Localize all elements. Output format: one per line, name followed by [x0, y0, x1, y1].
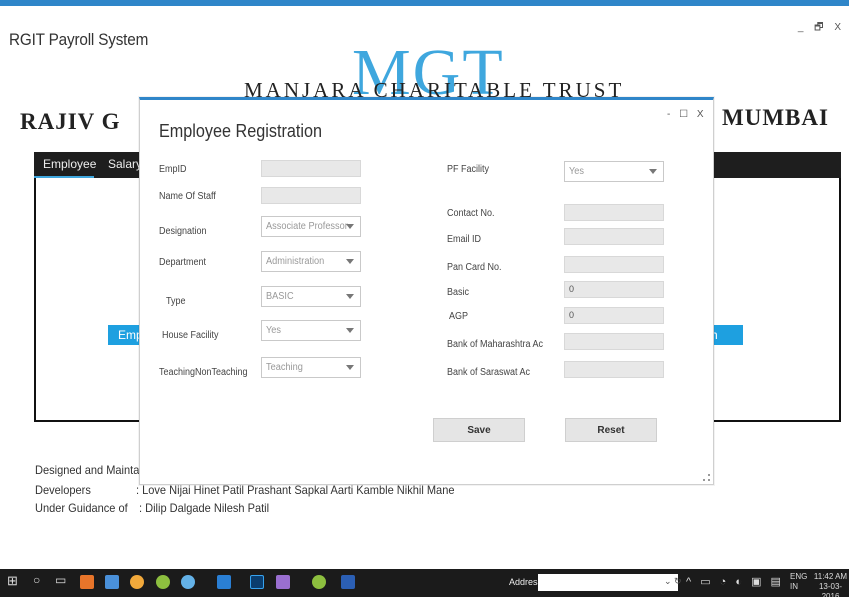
window-accent-bar [0, 0, 849, 6]
type-select[interactable]: BASIC [261, 286, 361, 307]
reset-button[interactable]: Reset [565, 418, 657, 442]
bank-of-maharashtra-label: Bank of Maharashtra Ac [447, 339, 544, 350]
email-field[interactable] [564, 228, 664, 245]
house-facility-select[interactable]: Yes [261, 320, 361, 341]
email-label: Email ID [447, 234, 482, 245]
task-view-icon[interactable]: ▭ [55, 573, 66, 587]
clock-time: 11:42 AM [813, 572, 848, 581]
agp-field[interactable]: 0 [564, 307, 664, 324]
dialog-title: Employee Registration [159, 121, 322, 141]
resize-grip-icon[interactable] [703, 474, 710, 481]
institute-name-right: MUMBAI [722, 105, 829, 130]
language-indicator[interactable]: ENG IN [790, 572, 807, 592]
type-value: BASIC [266, 291, 294, 302]
bank-of-saraswat-label: Bank of Saraswat Ac [447, 367, 531, 378]
pan-label: Pan Card No. [447, 262, 502, 273]
chevron-down-icon [346, 365, 354, 370]
pf-facility-label: PF Facility [447, 164, 490, 175]
basic-label: Basic [447, 287, 470, 298]
store-icon[interactable] [105, 575, 119, 589]
word-icon[interactable] [341, 575, 355, 589]
app-icon-2[interactable] [181, 575, 195, 589]
teaching-select[interactable]: Teaching [261, 357, 361, 378]
pf-facility-select[interactable]: Yes [564, 161, 664, 182]
save-button[interactable]: Save [433, 418, 525, 442]
department-value: Administration [266, 256, 325, 267]
app-icon-5[interactable] [312, 575, 326, 589]
basic-field[interactable]: 0 [564, 281, 664, 298]
main-window-controls[interactable]: _ 🗗 X [798, 20, 845, 37]
house-facility-label: House Facility [162, 330, 219, 341]
pf-facility-value: Yes [569, 166, 585, 177]
contact-field[interactable] [564, 204, 664, 221]
chevron-down-icon [346, 328, 354, 333]
address-input[interactable] [538, 574, 678, 591]
developers-list: : Love Nijai Hinet Patil Prashant Sapkal… [136, 483, 455, 497]
dialog-window-controls[interactable]: - ☐ X [667, 109, 707, 120]
employee-registration-dialog: Employee Registration - ☐ X EmpID Name O… [139, 97, 714, 485]
name-label: Name Of Staff [159, 191, 216, 202]
language-text: ENG [790, 572, 808, 581]
menu-item-salary[interactable]: Salary [108, 157, 142, 171]
designation-select[interactable]: Associate Professor [261, 216, 361, 237]
empid-label: EmpID [159, 164, 187, 175]
teaching-value: Teaching [266, 362, 303, 373]
department-label: Department [159, 257, 207, 268]
designation-value: Associate Professor [266, 221, 348, 232]
institute-name-left: RAJIV G [20, 109, 121, 134]
pan-field[interactable] [564, 256, 664, 273]
file-explorer-icon[interactable] [80, 575, 94, 589]
teaching-label: TeachingNonTeaching [159, 367, 248, 378]
cortana-icon[interactable]: ○ [33, 573, 40, 587]
department-select[interactable]: Administration [261, 251, 361, 272]
empid-field[interactable] [261, 160, 361, 177]
menu-item-employee[interactable]: Employee [43, 157, 96, 171]
house-facility-value: Yes [266, 325, 282, 336]
app-icon-3[interactable] [217, 575, 231, 589]
photoshop-icon[interactable] [250, 575, 264, 589]
name-field[interactable] [261, 187, 361, 204]
agp-label: AGP [449, 311, 469, 322]
chevron-down-icon [346, 294, 354, 299]
designation-label: Designation [159, 226, 207, 237]
windows-start-icon[interactable]: ⊞ [7, 573, 18, 589]
guidance-label: Under Guidance of [35, 501, 128, 515]
app-icon-1[interactable] [156, 575, 170, 589]
chevron-down-icon [649, 169, 657, 174]
guidance-list: : Dilip Dalgade Nilesh Patil [139, 501, 270, 515]
contact-label: Contact No. [447, 208, 495, 219]
region-text: IN [790, 582, 798, 591]
address-go-icon[interactable]: ⌄ ↻ [664, 576, 682, 587]
chevron-down-icon [346, 224, 354, 229]
chevron-down-icon [346, 259, 354, 264]
chrome-icon[interactable] [130, 575, 144, 589]
developers-label: Developers [35, 483, 91, 497]
taskbar: ⊞ ○ ▭ Address ⌄ ↻ ^ ▭ ◔ ◐ ▣ ▤ ENG IN 11:… [0, 569, 849, 597]
clock-date: 13-03-2016 [818, 582, 843, 597]
type-label: Type [166, 296, 186, 307]
app-icon-4[interactable] [276, 575, 290, 589]
bank-of-saraswat-field[interactable] [564, 361, 664, 378]
system-tray-icons[interactable]: ^ ▭ ◔ ◐ ▣ ▤ [686, 575, 784, 588]
app-title: RGIT Payroll System [9, 30, 149, 49]
clock[interactable]: 11:42 AM 13-03-2016 [812, 572, 849, 597]
bank-of-maharashtra-field[interactable] [564, 333, 664, 350]
designed-by-text: Designed and Maintai [35, 463, 142, 477]
